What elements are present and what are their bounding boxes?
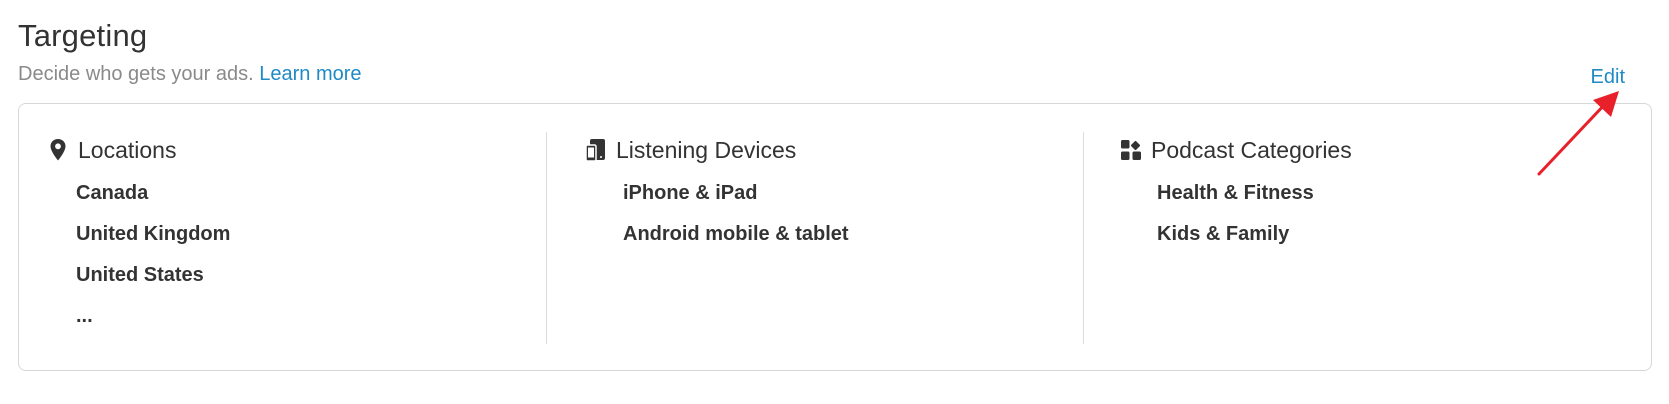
subtitle-text: Decide who gets your ads.	[18, 63, 254, 85]
categories-header: Podcast Categories	[1120, 135, 1352, 165]
location-more-ellipsis: ...	[76, 305, 93, 327]
annotation-arrow	[1537, 91, 1619, 176]
targeting-section: Targeting Decide who gets your ads. Lear…	[0, 0, 1669, 404]
location-item: United Kingdom	[76, 223, 231, 245]
devices-column: Listening Devices iPhone & iPad Android …	[546, 132, 1083, 344]
categories-icon	[1120, 137, 1142, 163]
devices-heading: Listening Devices	[616, 136, 797, 163]
category-item: Health & Fitness	[1157, 182, 1314, 204]
devices-header: Listening Devices	[585, 135, 796, 165]
locations-header: Locations	[47, 135, 176, 165]
categories-list: Health & Fitness Kids & Family	[1157, 180, 1314, 262]
locations-column: Locations Canada United Kingdom United S…	[19, 132, 546, 344]
category-item: Kids & Family	[1157, 223, 1290, 245]
section-subtitle: Decide who gets your ads. Learn more	[18, 63, 362, 86]
edit-link[interactable]: Edit	[1591, 66, 1625, 89]
location-item: Canada	[76, 182, 149, 204]
locations-heading: Locations	[78, 136, 177, 163]
locations-list: Canada United Kingdom United States ...	[76, 180, 230, 344]
categories-heading: Podcast Categories	[1151, 136, 1352, 163]
device-item: iPhone & iPad	[623, 182, 758, 204]
targeting-card: Locations Canada United Kingdom United S…	[18, 103, 1652, 371]
section-title: Targeting	[18, 18, 148, 53]
devices-icon	[585, 137, 607, 163]
map-pin-icon	[47, 137, 69, 163]
devices-list: iPhone & iPad Android mobile & tablet	[623, 180, 849, 262]
device-item: Android mobile & tablet	[623, 223, 849, 245]
location-item: United States	[76, 264, 204, 286]
learn-more-link[interactable]: Learn more	[259, 63, 361, 85]
